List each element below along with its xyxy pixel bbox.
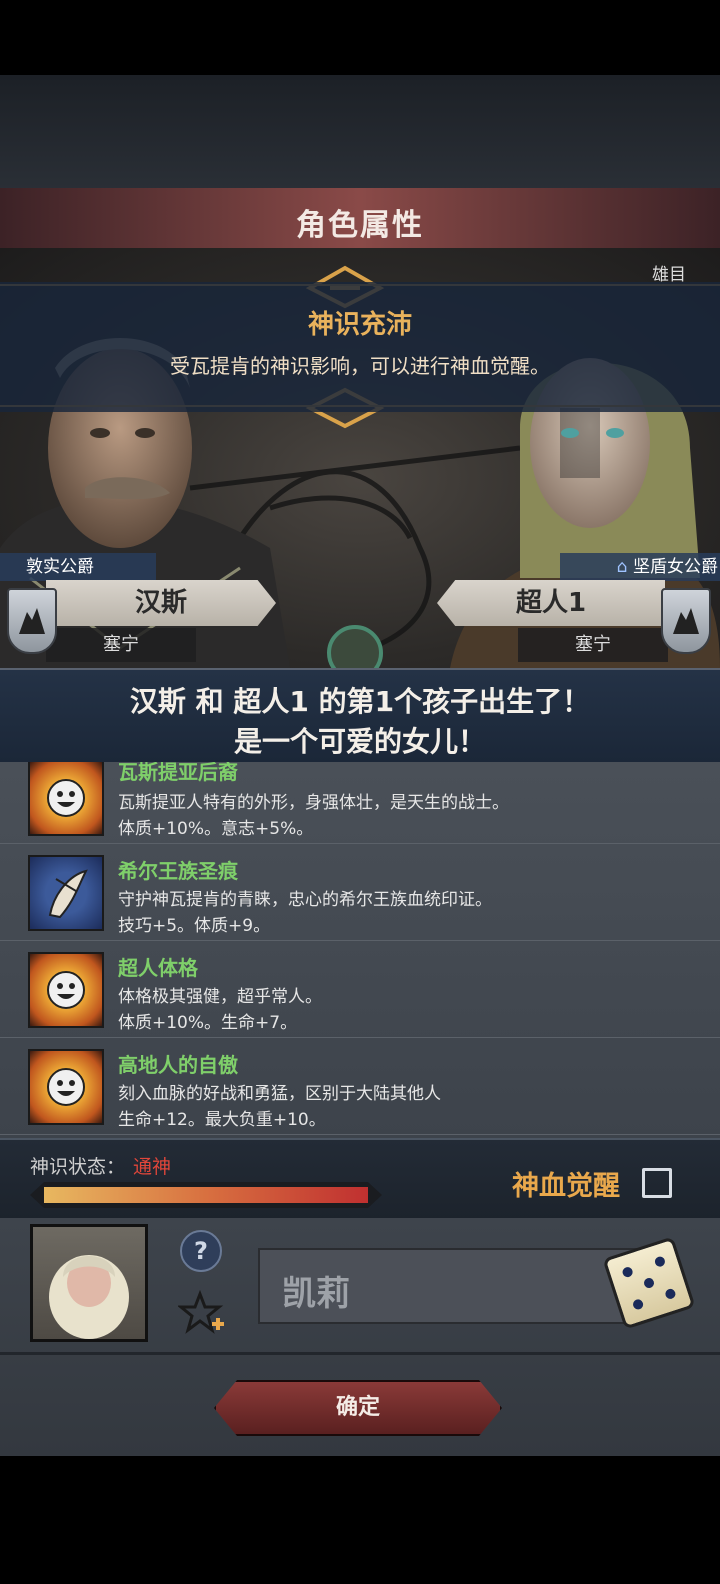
child-name-input[interactable]: 凯莉 xyxy=(258,1248,642,1324)
trait-item: 超人体格 体格极其强健，超乎常人。 体质+10%。生命+7。 xyxy=(0,940,720,1038)
mother-place: 塞宁 xyxy=(518,628,668,662)
trait-name: 瓦斯提亚后裔 xyxy=(118,762,238,784)
trait-item: 瓦斯提亚后裔 瓦斯提亚人特有的外形，身强体壮，是天生的战士。 体质+10%。意志… xyxy=(0,762,720,844)
trait-list[interactable]: 瓦斯提亚后裔 瓦斯提亚人特有的外形，身强体壮，是天生的战士。 体质+10%。意志… xyxy=(0,762,720,1138)
feather-crest-icon xyxy=(28,855,104,931)
trait-item: 希尔王族圣痕 守护神瓦提肯的青睐，忠心的希尔王族血统印证。 技巧+5。体质+9。 xyxy=(0,843,720,941)
trait-description: 刻入血脉的好战和勇猛，区别于大陆其他人 xyxy=(118,1084,441,1104)
header-bar: 角色属性 xyxy=(0,188,720,250)
trait-item: 高地人的自傲 刻入血脉的好战和勇猛，区别于大陆其他人 生命+12。最大负重+10… xyxy=(0,1037,720,1135)
child-portrait[interactable] xyxy=(30,1224,148,1342)
trait-effect: 技巧+5。体质+9。 xyxy=(118,916,271,936)
awaken-label: 神血觉醒 xyxy=(512,1171,620,1202)
announcement-line-1: 汉斯 和 超人1 的第1个孩子出生了！ xyxy=(129,685,591,718)
trait-name: 希尔王族圣痕 xyxy=(118,859,238,883)
info-banner: 神识充沛 受瓦提肯的神识影响，可以进行神血觉醒。 xyxy=(0,282,720,412)
confirm-button[interactable]: 确定 xyxy=(214,1380,502,1436)
father-name: 汉斯 xyxy=(46,580,276,626)
sun-face-icon xyxy=(28,1049,104,1125)
favorite-add-icon[interactable] xyxy=(176,1289,226,1338)
page-title: 角色属性 xyxy=(296,208,424,243)
status-value: 通神 xyxy=(133,1156,172,1178)
trait-description: 瓦斯提亚人特有的外形，身强体壮，是天生的战士。 xyxy=(118,793,509,813)
section-divider xyxy=(0,1352,720,1355)
banner-title: 神识充沛 xyxy=(307,310,412,340)
mother-title-text: 坚盾女公爵 xyxy=(633,557,718,577)
sun-face-icon xyxy=(28,762,104,836)
status-progress-bar xyxy=(30,1182,382,1208)
crown-icon: ⌂ xyxy=(616,557,628,577)
father-shield-icon[interactable] xyxy=(7,588,57,654)
trait-effect: 体质+10%。意志+5%。 xyxy=(118,819,314,839)
status-label: 神识状态： xyxy=(30,1156,126,1178)
trait-name: 超人体格 xyxy=(118,956,198,980)
awaken-checkbox[interactable] xyxy=(642,1168,672,1198)
system-nav-area xyxy=(0,1456,720,1584)
trait-effect: 生命+12。最大负重+10。 xyxy=(118,1110,326,1130)
child-section: ? 凯莉 确定 xyxy=(0,1218,720,1456)
help-icon[interactable]: ? xyxy=(180,1230,222,1272)
banner-text: 受瓦提肯的神识影响，可以进行神血觉醒。 xyxy=(170,354,550,378)
sun-face-icon xyxy=(28,952,104,1028)
trait-effect: 体质+10%。生命+7。 xyxy=(118,1013,298,1033)
mother-shield-icon[interactable] xyxy=(661,588,711,654)
father-place: 塞宁 xyxy=(46,628,196,662)
trait-description: 体格极其强健，超乎常人。 xyxy=(118,987,322,1007)
announcement-line-2: 是一个可爱的女儿！ xyxy=(233,725,486,758)
divine-status-panel: 神识状态： 通神 神血觉醒 xyxy=(0,1138,720,1220)
status-progress-fill xyxy=(44,1187,368,1203)
mother-name: 超人1 xyxy=(437,580,665,626)
mother-title: ⌂ 坚盾女公爵 xyxy=(560,553,720,581)
father-title: 敦实公爵 xyxy=(0,553,156,581)
trait-name: 高地人的自傲 xyxy=(118,1053,238,1077)
trait-description: 守护神瓦提肯的青睐，忠心的希尔王族血统印证。 xyxy=(118,890,492,910)
top-backdrop xyxy=(0,75,720,190)
birth-announcement: 汉斯 和 超人1 的第1个孩子出生了！ 是一个可爱的女儿！ xyxy=(0,668,720,764)
child-name-text: 凯莉 xyxy=(282,1274,350,1314)
